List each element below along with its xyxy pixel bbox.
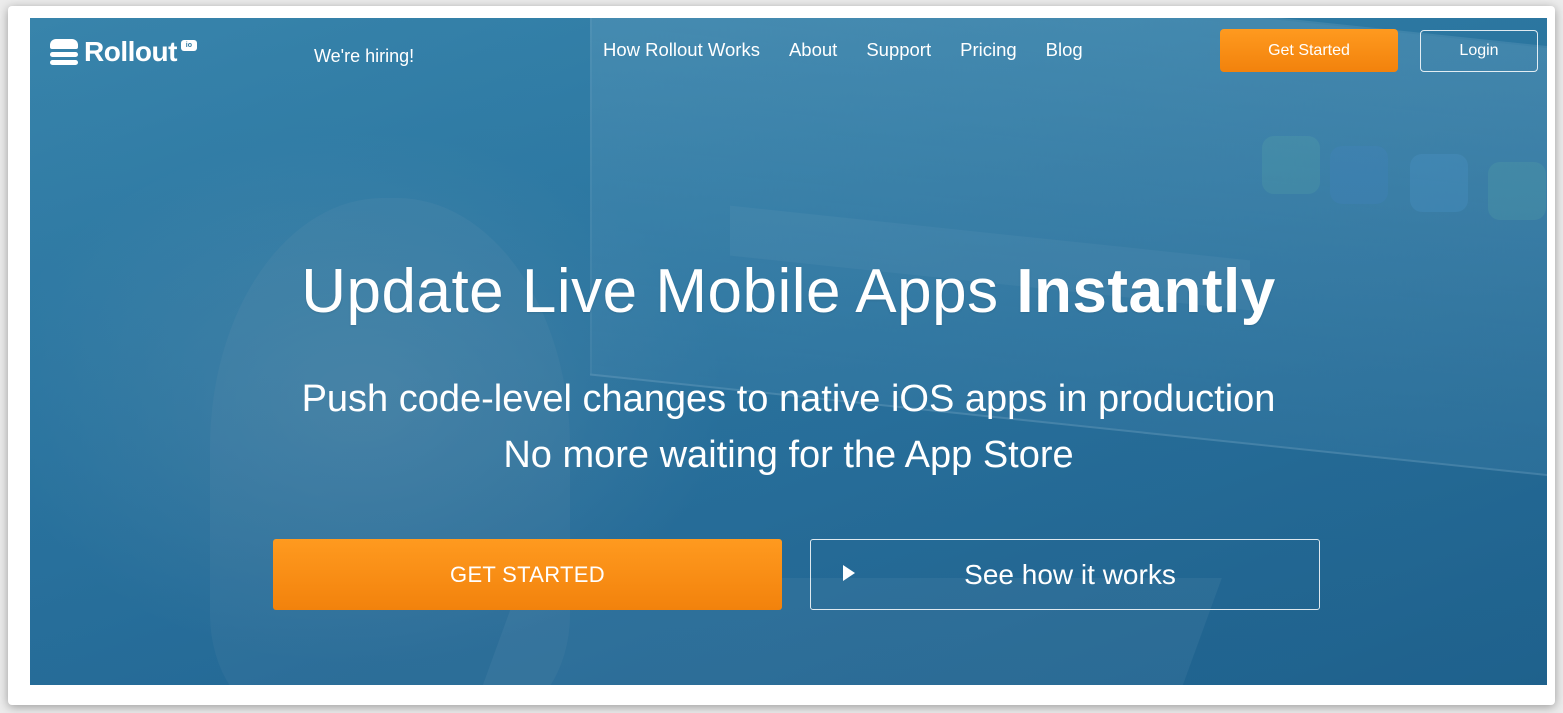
hero-section: Rollout io We're hiring! How Rollout Wor… <box>30 18 1547 685</box>
headline-light-text: Update Live Mobile Apps <box>301 257 1017 326</box>
nav-link-blog[interactable]: Blog <box>1046 39 1083 61</box>
headline-bold-text: Instantly <box>1016 257 1276 326</box>
hiring-link[interactable]: We're hiring! <box>314 46 414 67</box>
nav-link-how-rollout-works[interactable]: How Rollout Works <box>603 39 760 61</box>
hero-headline: Update Live Mobile Apps Instantly <box>30 256 1547 327</box>
logo-text: Rollout <box>84 36 177 67</box>
hero-subline-2: No more waiting for the App Store <box>503 434 1074 476</box>
rollout-logo[interactable]: Rollout io <box>50 36 197 68</box>
nav-link-about[interactable]: About <box>789 39 837 61</box>
nav-link-pricing[interactable]: Pricing <box>960 39 1017 61</box>
see-how-it-works-button[interactable]: See how it works <box>810 539 1320 610</box>
nav-links: How Rollout Works About Support Pricing … <box>603 39 1112 61</box>
logo-badge: io <box>180 39 197 51</box>
nav-get-started-button[interactable]: Get Started <box>1220 29 1398 72</box>
logo-stack-icon <box>50 39 78 65</box>
nav-link-support[interactable]: Support <box>866 39 931 61</box>
hero-subline-1: Push code-level changes to native iOS ap… <box>301 378 1276 420</box>
get-started-button[interactable]: GET STARTED <box>273 539 782 610</box>
top-navigation: Rollout io We're hiring! How Rollout Wor… <box>30 18 1547 88</box>
see-how-it-works-label: See how it works <box>964 558 1176 590</box>
login-button[interactable]: Login <box>1420 30 1538 72</box>
